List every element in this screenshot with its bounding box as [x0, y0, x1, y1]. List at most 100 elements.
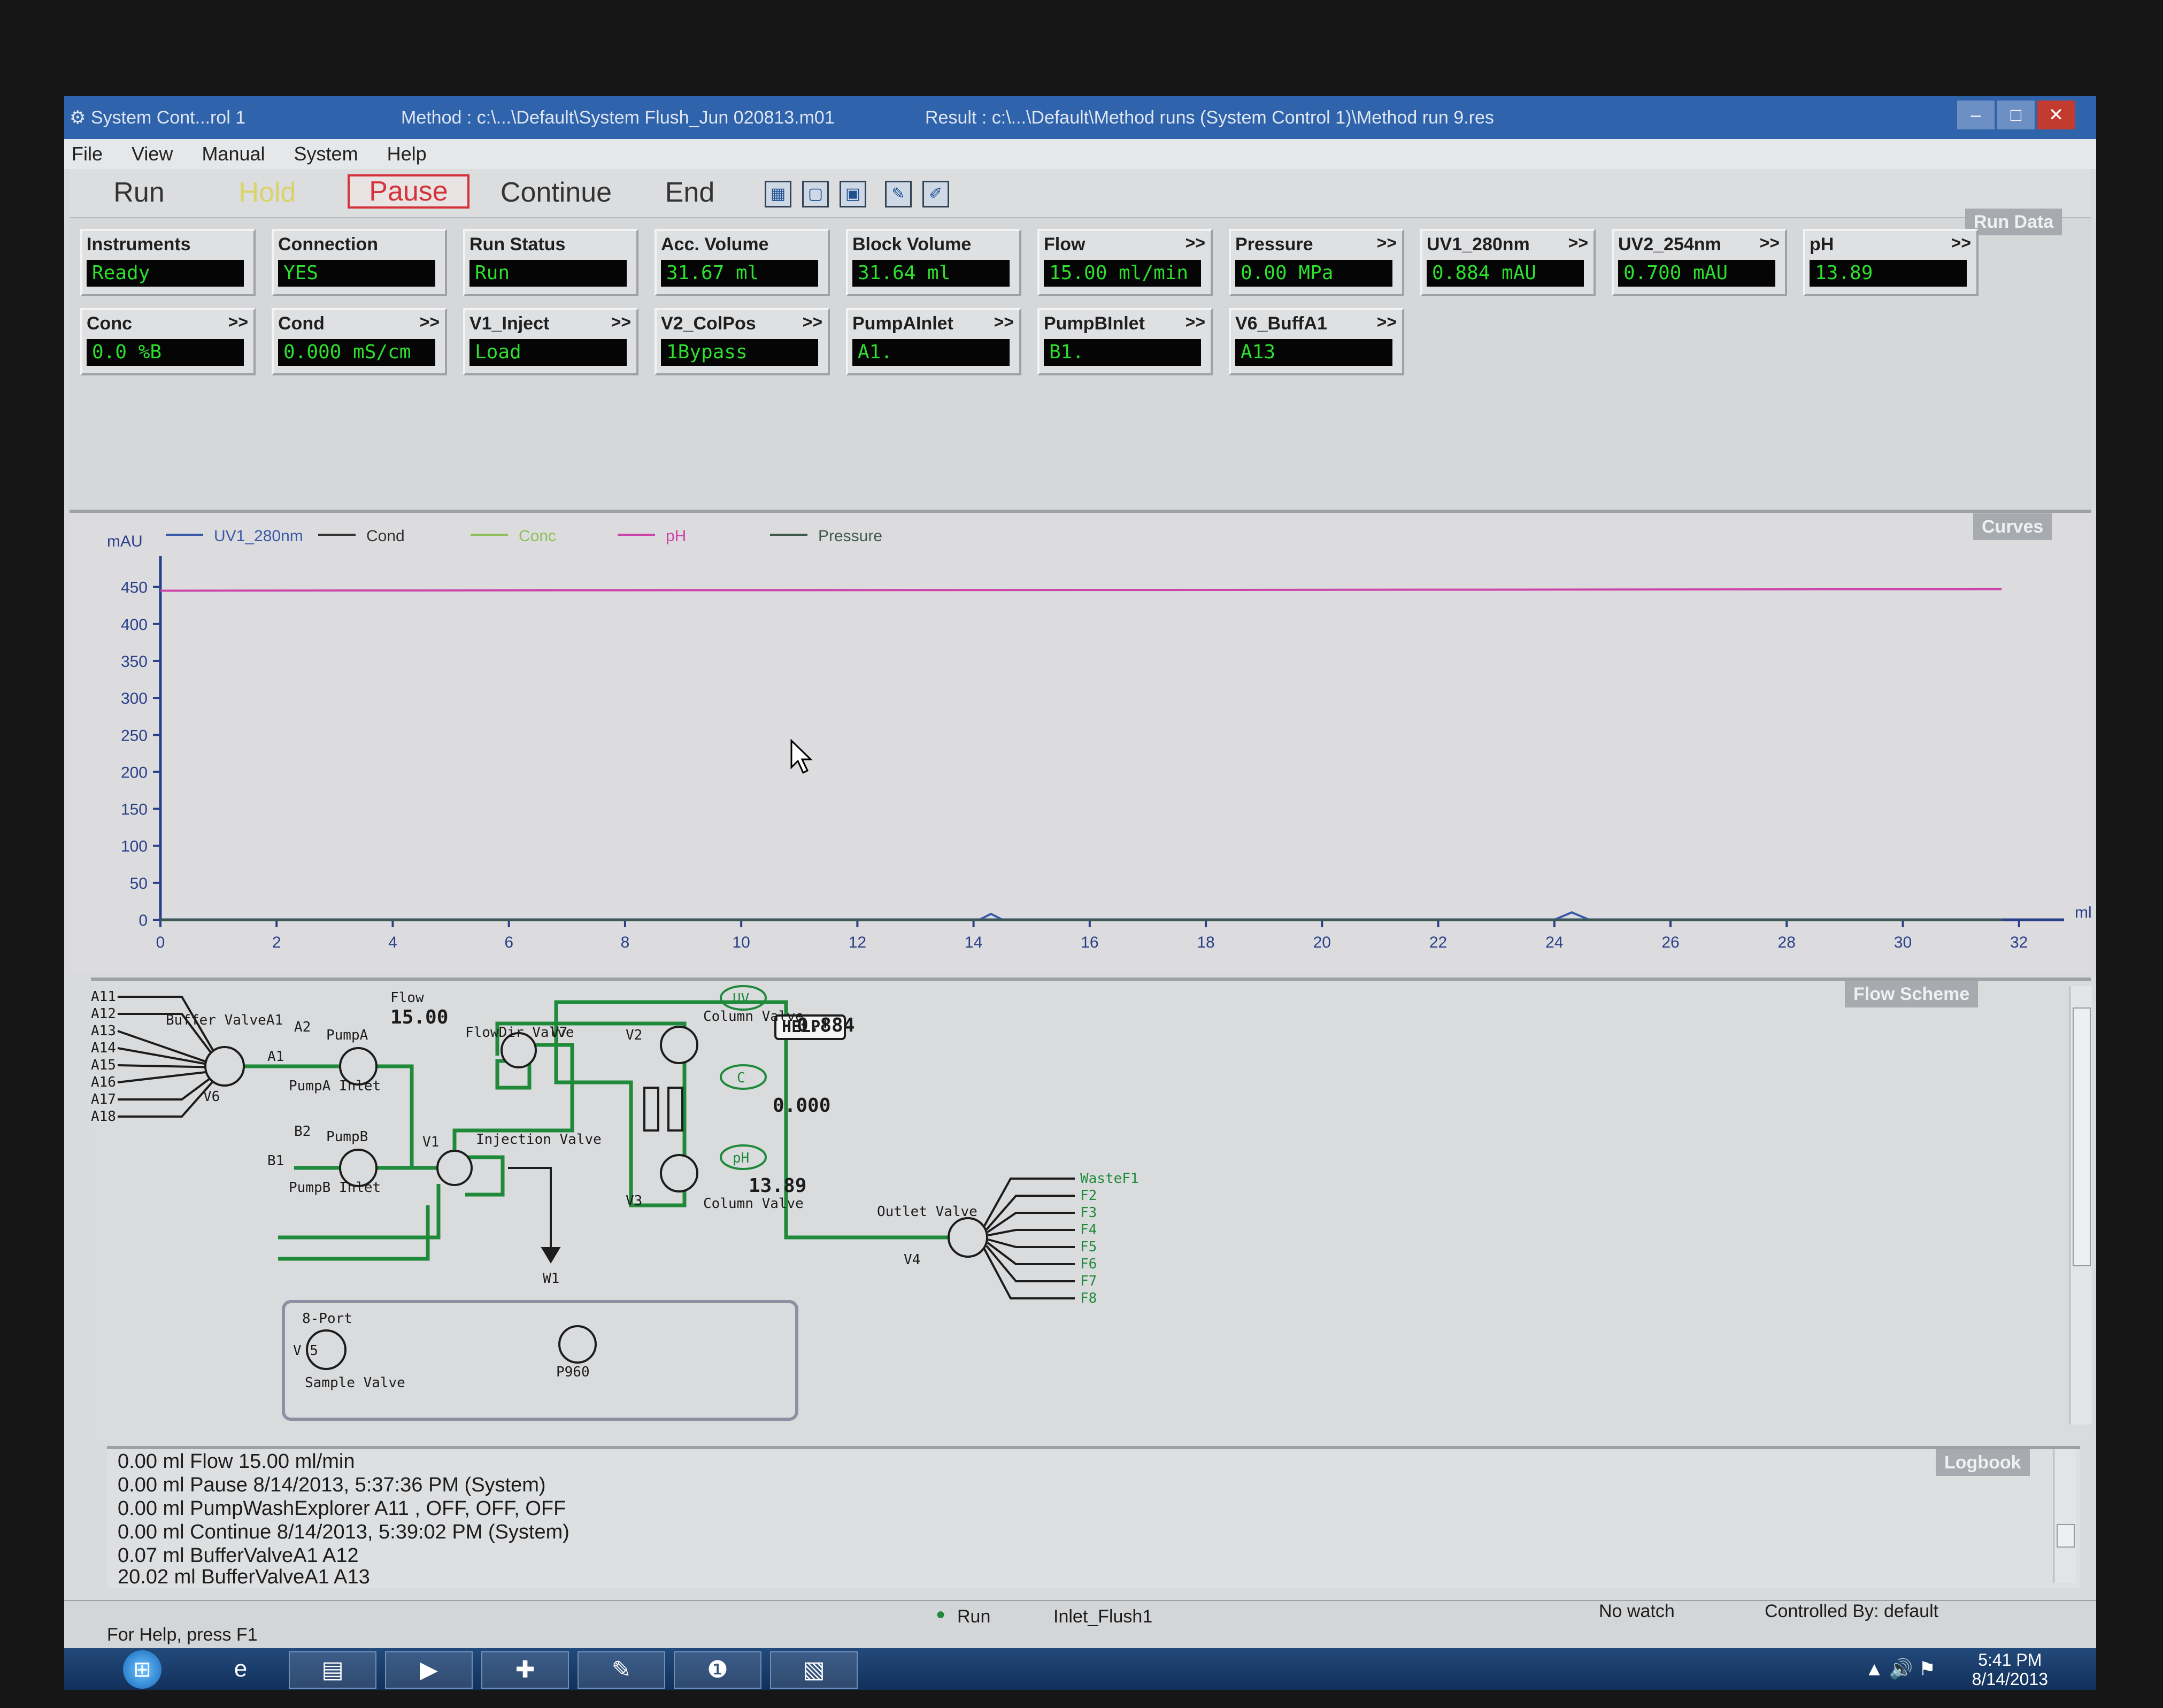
instrument-value: 0.884 mAU: [1427, 260, 1584, 287]
expand-button[interactable]: >>: [1186, 233, 1205, 253]
y-tick-label: 0: [138, 912, 148, 929]
explorer-icon[interactable]: ▤: [289, 1651, 376, 1689]
column-1: [643, 1087, 659, 1132]
x-tick-label: 2: [272, 934, 281, 951]
expand-button[interactable]: >>: [1760, 233, 1780, 253]
expand-button[interactable]: >>: [1951, 233, 1971, 253]
instrument-panel[interactable]: Acc. Volume 31.67 ml: [655, 229, 830, 296]
instrument-panel[interactable]: Run Status Run: [463, 229, 638, 296]
logbook-tab[interactable]: Logbook: [1936, 1449, 2030, 1476]
instrument-label: V2_ColPos: [661, 313, 756, 334]
waste-line: [508, 1167, 552, 1248]
evaluation-icon[interactable]: ▧: [770, 1651, 858, 1689]
pause-button[interactable]: Pause: [348, 174, 469, 209]
tool-icon[interactable]: ✐: [922, 181, 949, 207]
instrument-panel[interactable]: Block Volume 31.64 ml: [846, 229, 1021, 296]
instrument-panel[interactable]: PumpAInlet >> A1.: [846, 308, 1021, 375]
save-icon[interactable]: ▣: [840, 181, 866, 207]
expand-button[interactable]: >>: [228, 312, 248, 332]
continue-button[interactable]: Continue: [481, 175, 631, 210]
x-tick-label: 22: [1429, 934, 1447, 951]
menu-view[interactable]: View: [132, 139, 173, 169]
expand-button[interactable]: >>: [994, 312, 1014, 332]
series-line-ph: [160, 588, 2002, 592]
buffer-inlet-label: A17: [91, 1091, 116, 1107]
edit-icon[interactable]: ✎: [885, 181, 912, 207]
x-tick-label: 28: [1778, 934, 1796, 951]
expand-button[interactable]: >>: [1186, 312, 1205, 332]
method-editor-icon[interactable]: ✎: [578, 1651, 665, 1689]
instrument-panel[interactable]: Pressure >> 0.00 MPa: [1229, 229, 1404, 296]
window-title: System Cont...rol 1: [91, 107, 246, 128]
instrument-value: 15.00 ml/min: [1044, 260, 1201, 287]
logbook-scrollbar[interactable]: [2053, 1449, 2076, 1583]
buffer-inlet-labels: A11A12A13A14A15A16A17 A18: [91, 989, 116, 1125]
instrument-panel[interactable]: Conc >> 0.0 %B: [80, 308, 256, 375]
instrument-label: Pressure: [1235, 234, 1313, 255]
hold-button[interactable]: Hold: [225, 175, 310, 210]
menu-file[interactable]: File: [72, 139, 103, 169]
instrument-value: 0.0 %B: [87, 339, 244, 366]
p960-pump: [558, 1325, 597, 1364]
window-icon[interactable]: ▢: [802, 181, 829, 207]
expand-button[interactable]: >>: [611, 312, 631, 332]
instrument-panel[interactable]: V6_BuffA1 >> A13: [1229, 308, 1404, 375]
log-line: 0.07 ml BufferValveA1 A12: [118, 1544, 359, 1567]
run-button[interactable]: Run: [91, 175, 187, 210]
instrument-panel[interactable]: PumpBInlet >> B1.: [1037, 308, 1213, 375]
tray-icons[interactable]: ▲ 🔊 ⚑: [1865, 1658, 1936, 1680]
label-eight-port: 8-Port: [302, 1311, 352, 1327]
instrument-panel[interactable]: Flow >> 15.00 ml/min: [1037, 229, 1213, 296]
instrument-panel[interactable]: V1_Inject >> Load: [463, 308, 638, 375]
instrument-value: 31.64 ml: [852, 260, 1010, 287]
expand-button[interactable]: >>: [803, 312, 822, 332]
instrument-panel[interactable]: V2_ColPos >> 1Bypass: [655, 308, 830, 375]
flow-scheme-scrollbar[interactable]: [2069, 986, 2092, 1425]
run-data-tab[interactable]: Run Data: [1965, 209, 2062, 235]
flow-scheme-scroll-thumb[interactable]: [2073, 1007, 2091, 1266]
run-data-panel: Run Data Instruments Ready Connection YES Ru…: [70, 209, 2091, 513]
instrument-panel[interactable]: UV1_280nm >> 0.884 mAU: [1420, 229, 1596, 296]
flow-scheme-diagram: A11A12A13A14A15A16A17 A18 WasteF1F2F3F4F5…: [91, 985, 1139, 1421]
fraction-labels: WasteF1F2F3F4F5F6F7F8: [1080, 1171, 1139, 1306]
start-button[interactable]: ⊞: [123, 1650, 161, 1689]
instrument-panel[interactable]: Instruments Ready: [80, 229, 256, 296]
ie-icon[interactable]: e: [209, 1651, 273, 1687]
log-line: 20.02 ml BufferValveA1 A13: [118, 1566, 370, 1588]
instrument-panel[interactable]: pH >> 13.89: [1803, 229, 1979, 296]
label-v7: V7: [551, 1025, 567, 1041]
instrument-value: 0.700 mAU: [1618, 260, 1775, 287]
expand-button[interactable]: >>: [1377, 233, 1397, 253]
maximize-button[interactable]: □: [1997, 101, 2035, 129]
grid-icon[interactable]: ▦: [765, 181, 791, 207]
legend-label: Conc: [519, 527, 556, 545]
label-p960: P960: [556, 1364, 590, 1380]
clock[interactable]: 5:41 PM 8/14/2013: [1972, 1650, 2048, 1689]
fraction-label: WasteF1: [1080, 1171, 1139, 1187]
instrument-label: Block Volume: [852, 234, 972, 255]
expand-button[interactable]: >>: [1377, 312, 1397, 332]
instrument-value: A13: [1235, 339, 1392, 366]
menu-manual[interactable]: Manual: [202, 139, 265, 169]
system-control-1-icon[interactable]: ❶: [674, 1651, 761, 1689]
instrument-label: UV2_254nm: [1618, 234, 1721, 255]
instrument-panel[interactable]: Cond >> 0.000 mS/cm: [272, 308, 447, 375]
end-button[interactable]: End: [647, 175, 733, 210]
minimize-button[interactable]: –: [1957, 101, 1995, 129]
log-line: 0.00 ml PumpWashExplorer A11 , OFF, OFF,…: [118, 1497, 566, 1520]
instrument-panel[interactable]: Connection YES: [272, 229, 447, 296]
app-icon: ⚙: [70, 107, 86, 128]
logbook-scroll-thumb[interactable]: [2057, 1524, 2075, 1548]
menu-help[interactable]: Help: [387, 139, 427, 169]
expand-button[interactable]: >>: [420, 312, 440, 332]
instrument-label: V6_BuffA1: [1235, 313, 1327, 334]
close-button[interactable]: ✕: [2037, 101, 2075, 129]
instrument-panel[interactable]: UV2_254nm >> 0.700 mAU: [1612, 229, 1787, 296]
media-player-icon[interactable]: ▶: [385, 1651, 473, 1689]
flow-scheme-panel: Flow Scheme A11 A12 A13 A14 A15 A16 A17 …: [91, 978, 2092, 1446]
menu-system[interactable]: System: [294, 139, 358, 169]
help-button[interactable]: HELP!: [782, 1018, 830, 1036]
expand-button[interactable]: >>: [1568, 233, 1588, 253]
waste-marker: [541, 1247, 561, 1264]
system-control-icon[interactable]: ✚: [481, 1651, 569, 1689]
